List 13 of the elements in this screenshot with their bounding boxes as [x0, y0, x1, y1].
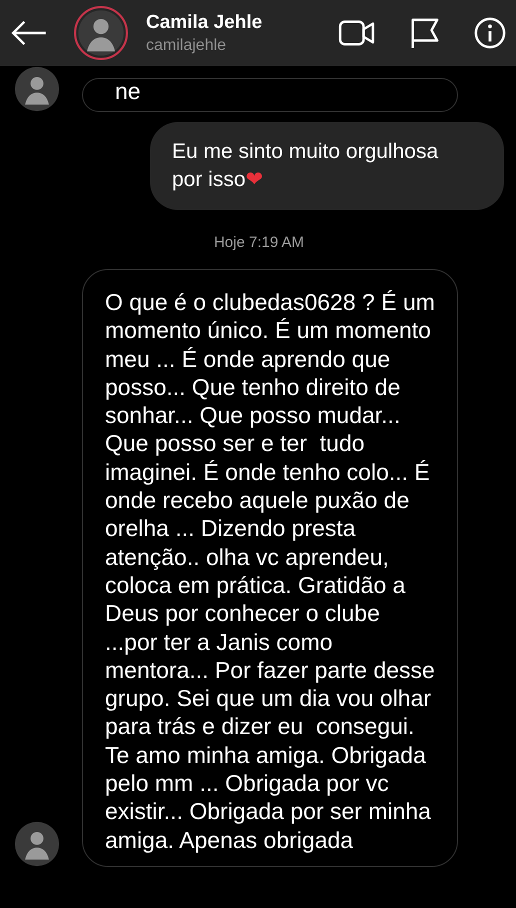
avatar[interactable]: [74, 6, 128, 60]
contact-name: Camila Jehle: [146, 12, 264, 34]
message-bubble: O que é o clubedas0628 ? É um momento único. É um momento meu ... É onde aprendo que posso... Que tenho direito de sonhar... Que posso mudar... Que posso ser e ter tudo imaginei. É onde tenho colo... É onde recebo aquele puxão de orelha ... Dizendo presta atenção.. olha vc aprendeu, coloca em prática. Gratidão a Deus por conhecer o clube ...por ter a Janis como mentora... Por fazer parte desse grupo. Sei que um dia vou olhar para trás e dizer eu consegui. Te amo minha amiga. Obrigada pelo mm ... Obrigada por vc existir... Obrigada por ser minha amiga. Apenas obrigada: [82, 269, 458, 867]
message-bubble: Eu me sinto muito orgulhosa por isso❤: [150, 122, 504, 210]
avatar[interactable]: [14, 66, 60, 112]
avatar[interactable]: [14, 820, 60, 867]
contact-username: camilajehle: [146, 36, 228, 54]
timestamp: Hoje 7:19 AM: [214, 234, 304, 251]
flag-icon[interactable]: [410, 17, 440, 49]
message-bubble: ne: [82, 78, 458, 112]
back-arrow-icon[interactable]: [10, 19, 48, 47]
video-camera-icon[interactable]: [338, 18, 376, 48]
info-icon[interactable]: [474, 17, 506, 49]
